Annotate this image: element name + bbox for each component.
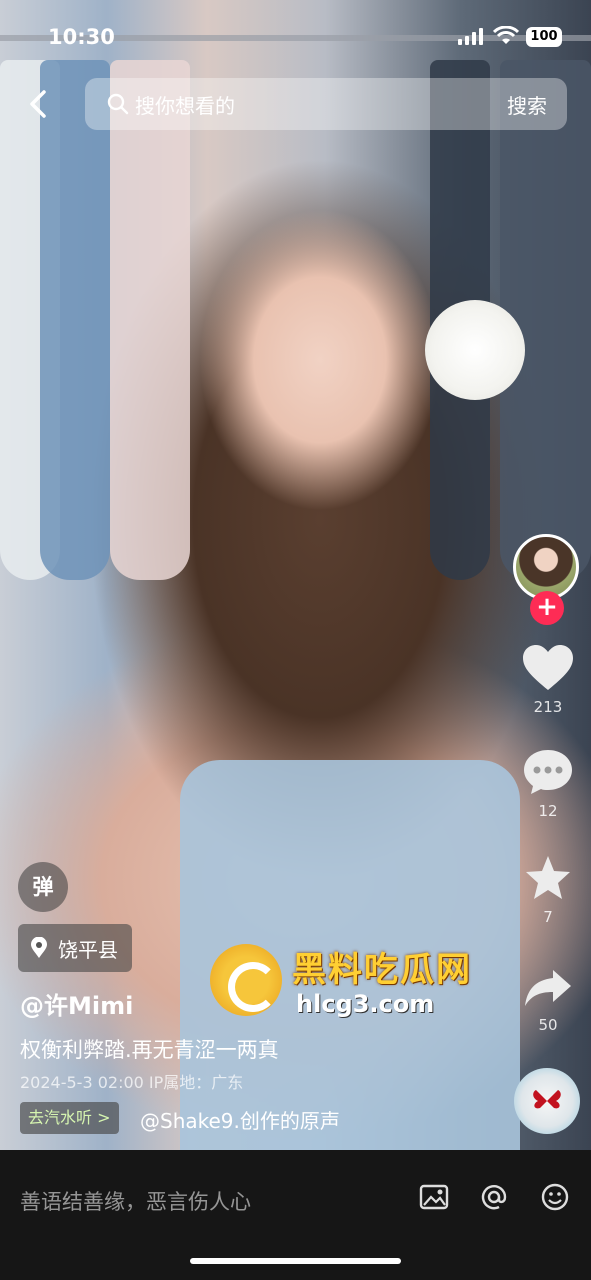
star-icon	[526, 856, 570, 899]
location-label: 饶平县	[58, 937, 118, 962]
hanging-clothes	[40, 60, 110, 580]
video-description: 权衡利弊踏.再无青涩一两真	[20, 1038, 279, 1062]
share-count: 50	[538, 1016, 558, 1034]
search-button[interactable]: 搜索	[507, 90, 547, 119]
cellular-signal-icon	[458, 28, 483, 45]
favorite-count: 7	[543, 908, 553, 926]
watermark-url: hlcg3.com	[296, 990, 435, 1018]
music-title[interactable]: @Shake9.创作的原声	[140, 1105, 340, 1134]
butterfly-icon	[533, 1090, 561, 1109]
mention-at-icon[interactable]	[479, 1182, 509, 1212]
qishui-listen-button[interactable]: 去汽水听 >	[20, 1102, 119, 1134]
heart-icon	[523, 645, 573, 690]
comment-input[interactable]: 善语结善缘，恶言伤人心	[20, 1186, 251, 1216]
search-input[interactable]: 搜你想看的	[135, 90, 235, 119]
wifi-icon	[493, 26, 519, 44]
hanging-clothes	[110, 60, 190, 580]
watermark: 黑料吃瓜网 hlcg3.com	[210, 940, 500, 1030]
watermark-title: 黑料吃瓜网	[292, 950, 472, 990]
share-button[interactable]: 50	[518, 966, 578, 1034]
share-arrow-icon	[525, 970, 571, 1006]
emoji-icon[interactable]	[540, 1182, 570, 1212]
status-bar: 10:30 100	[0, 0, 591, 74]
search-icon	[107, 93, 129, 115]
battery-icon: 100	[526, 27, 562, 47]
favorite-button[interactable]: 7	[518, 854, 578, 926]
comment-button[interactable]: 12	[518, 748, 578, 820]
author-name[interactable]: @许Mimi	[20, 986, 133, 1021]
comment-bubble-icon	[524, 750, 572, 794]
hair-flower	[425, 300, 525, 400]
like-count: 213	[533, 698, 563, 716]
watermark-logo-icon	[210, 944, 282, 1016]
post-meta: 2024-5-3 02:00 IP属地：广东	[20, 1073, 244, 1092]
danmu-toggle-button[interactable]: 弹	[18, 862, 68, 912]
location-pin-icon	[31, 937, 47, 958]
status-time: 10:30	[48, 25, 115, 49]
location-tag[interactable]: 饶平县	[18, 924, 132, 972]
home-indicator[interactable]	[190, 1258, 401, 1264]
comment-count: 12	[538, 802, 558, 820]
like-button[interactable]: 213	[518, 644, 578, 716]
image-icon[interactable]	[419, 1182, 449, 1212]
search-bar[interactable]: 搜你想看的 搜索	[85, 78, 567, 130]
follow-plus-button[interactable]: +	[530, 591, 564, 625]
music-disc-icon[interactable]	[514, 1068, 580, 1134]
back-arrow-icon[interactable]	[20, 84, 60, 124]
